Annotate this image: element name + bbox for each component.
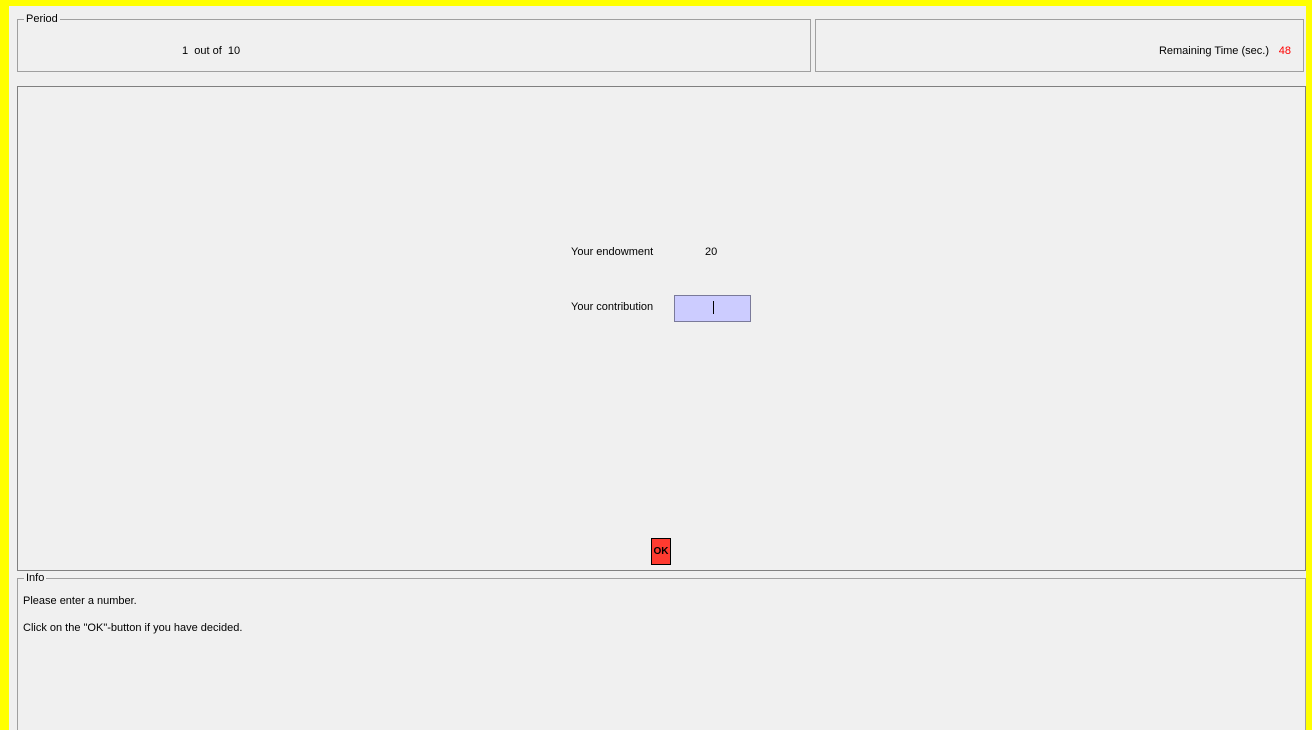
decision-panel: Your endowment 20 Your contribution OK <box>17 86 1306 571</box>
ok-button[interactable]: OK <box>651 538 671 565</box>
contribution-label: Your contribution <box>571 301 654 313</box>
info-message-click-ok: Click on the "OK"-button if you have dec… <box>23 622 243 634</box>
remaining-time-value: 48 <box>1278 45 1291 57</box>
info-legend: Info <box>24 572 47 584</box>
contribution-input[interactable] <box>674 295 751 322</box>
timer-panel: Remaining Time (sec.) 48 <box>815 19 1304 72</box>
period-panel: Period 1 out of 10 <box>17 13 811 72</box>
info-message-enter-number: Please enter a number. <box>23 595 137 607</box>
period-legend: Period <box>24 13 60 25</box>
text-caret <box>713 301 714 314</box>
endowment-value: 20 <box>705 246 718 258</box>
endowment-label: Your endowment <box>571 246 654 258</box>
remaining-time-label: Remaining Time (sec.) <box>1158 45 1269 57</box>
period-total: 10 <box>227 45 241 57</box>
period-indicator: 1 out of 10 <box>182 45 240 57</box>
period-out-of-label: out of <box>194 45 222 57</box>
info-panel: Info Please enter a number. Click on the… <box>17 572 1306 730</box>
period-current: 1 <box>182 45 189 57</box>
